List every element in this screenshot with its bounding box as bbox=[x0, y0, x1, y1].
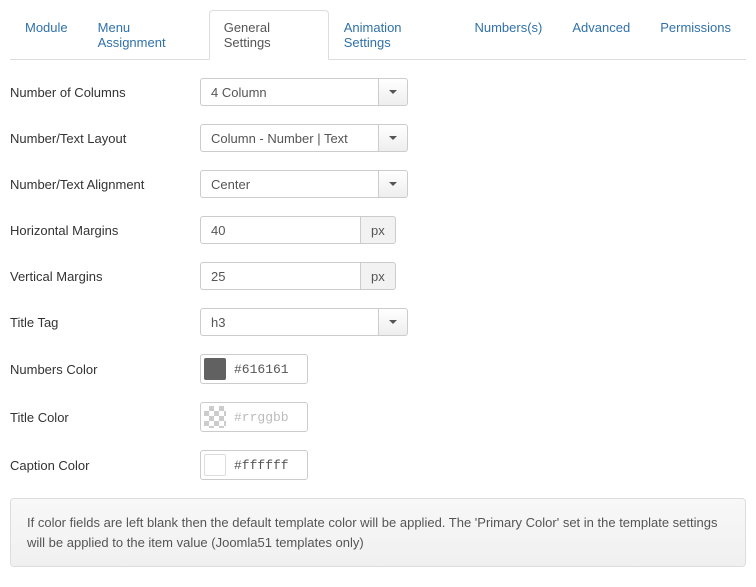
chevron-down-icon bbox=[389, 182, 397, 186]
tab-animation-settings[interactable]: Animation Settings bbox=[329, 10, 460, 60]
swatch-numcolor bbox=[204, 358, 226, 380]
tab-numbers[interactable]: Numbers(s) bbox=[459, 10, 557, 60]
select-titletag[interactable]: h3 bbox=[200, 308, 378, 336]
label-hmargin: Horizontal Margins bbox=[10, 223, 200, 238]
swatch-titlecolor bbox=[204, 406, 226, 428]
row-titletag: Title Tag h3 bbox=[10, 308, 746, 336]
label-layout: Number/Text Layout bbox=[10, 131, 200, 146]
select-titletag-toggle[interactable] bbox=[378, 308, 408, 336]
general-settings-form: Number of Columns 4 Column Number/Text L… bbox=[10, 78, 746, 577]
label-numcolor: Numbers Color bbox=[10, 362, 200, 377]
label-titletag: Title Tag bbox=[10, 315, 200, 330]
chevron-down-icon bbox=[389, 136, 397, 140]
input-captioncolor[interactable] bbox=[234, 458, 304, 473]
input-titlecolor[interactable] bbox=[234, 410, 304, 425]
row-numcolor: Numbers Color bbox=[10, 354, 746, 384]
unit-vmargin: px bbox=[360, 262, 396, 290]
label-titlecolor: Title Color bbox=[10, 410, 200, 425]
tab-general-settings[interactable]: General Settings bbox=[209, 10, 329, 60]
tab-permissions[interactable]: Permissions bbox=[645, 10, 746, 60]
row-vmargin: Vertical Margins px bbox=[10, 262, 746, 290]
tab-advanced[interactable]: Advanced bbox=[557, 10, 645, 60]
select-align[interactable]: Center bbox=[200, 170, 378, 198]
tabs-nav: Module Menu Assignment General Settings … bbox=[10, 10, 746, 60]
swatch-captioncolor bbox=[204, 454, 226, 476]
notice-box: If color fields are left blank then the … bbox=[10, 498, 746, 567]
select-layout-toggle[interactable] bbox=[378, 124, 408, 152]
chevron-down-icon bbox=[389, 320, 397, 324]
input-hmargin[interactable] bbox=[200, 216, 360, 244]
unit-hmargin: px bbox=[360, 216, 396, 244]
color-field-numcolor[interactable] bbox=[200, 354, 308, 384]
row-captioncolor: Caption Color bbox=[10, 450, 746, 480]
input-numcolor[interactable] bbox=[234, 362, 304, 377]
tab-menu-assignment[interactable]: Menu Assignment bbox=[83, 10, 209, 60]
chevron-down-icon bbox=[389, 90, 397, 94]
color-field-captioncolor[interactable] bbox=[200, 450, 308, 480]
color-field-titlecolor[interactable] bbox=[200, 402, 308, 432]
row-titlecolor: Title Color bbox=[10, 402, 746, 432]
select-columns[interactable]: 4 Column bbox=[200, 78, 378, 106]
row-layout: Number/Text Layout Column - Number | Tex… bbox=[10, 124, 746, 152]
label-vmargin: Vertical Margins bbox=[10, 269, 200, 284]
label-align: Number/Text Alignment bbox=[10, 177, 200, 192]
row-columns: Number of Columns 4 Column bbox=[10, 78, 746, 106]
label-captioncolor: Caption Color bbox=[10, 458, 200, 473]
input-vmargin[interactable] bbox=[200, 262, 360, 290]
select-columns-toggle[interactable] bbox=[378, 78, 408, 106]
row-hmargin: Horizontal Margins px bbox=[10, 216, 746, 244]
select-layout[interactable]: Column - Number | Text bbox=[200, 124, 378, 152]
tab-module[interactable]: Module bbox=[10, 10, 83, 60]
label-columns: Number of Columns bbox=[10, 85, 200, 100]
select-align-toggle[interactable] bbox=[378, 170, 408, 198]
row-align: Number/Text Alignment Center bbox=[10, 170, 746, 198]
